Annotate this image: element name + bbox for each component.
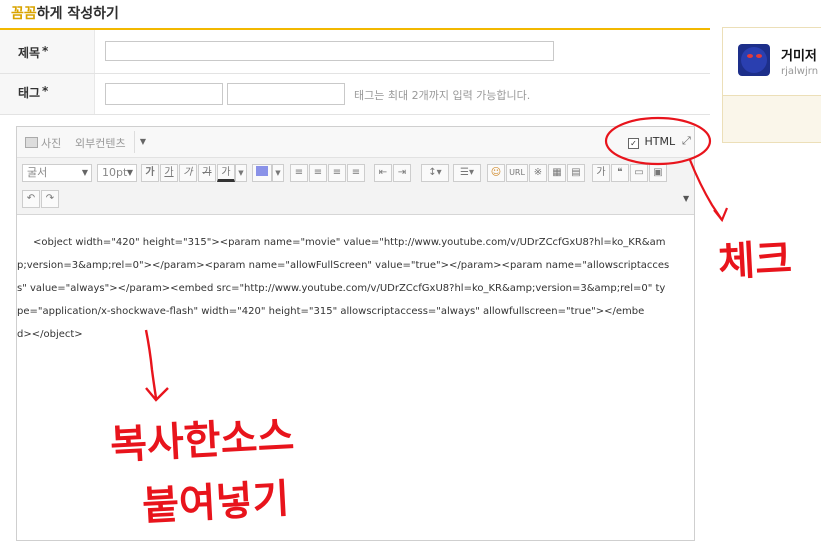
- paste-annotation-line2: 붙여넣기: [141, 476, 291, 530]
- chevron-down-icon: ▼: [81, 168, 88, 177]
- editor: 사진 외부컨텐츠 ▼ ✓ HTML ⤢ 굴서 ▼ 10pt ▼ 가 가 가 가 가 …: [16, 126, 695, 541]
- strikethrough-button[interactable]: 가: [198, 164, 216, 182]
- html-checkbox[interactable]: ✓: [628, 138, 639, 149]
- bg-color-button[interactable]: [252, 164, 272, 182]
- horizontal-rule-button[interactable]: ▤: [567, 164, 585, 182]
- indent-button[interactable]: ⇥: [393, 164, 411, 182]
- emoticon-button[interactable]: ☺: [487, 164, 505, 182]
- underline-button[interactable]: 가: [160, 164, 178, 182]
- font-size-select[interactable]: 10pt ▼: [97, 164, 137, 182]
- font-select[interactable]: 굴서 ▼: [22, 164, 92, 182]
- subject-input[interactable]: [105, 41, 554, 61]
- profile-nickname[interactable]: 거미저: [781, 45, 817, 64]
- save-icon[interactable]: ▣: [649, 164, 667, 182]
- photo-button[interactable]: 사진: [25, 135, 61, 151]
- quote-button[interactable]: ❝: [611, 164, 629, 182]
- special-char-button[interactable]: ※: [529, 164, 547, 182]
- align-right-button[interactable]: ≡: [328, 164, 346, 182]
- profile-card: 거미저 rjalwjrn: [723, 28, 821, 96]
- required-mark: *: [42, 44, 49, 58]
- avatar-face: [741, 47, 767, 73]
- source-line: pe="application/x-shockwave-flash" width…: [17, 306, 645, 317]
- subject-row: 제목 *: [0, 30, 710, 74]
- bold-button[interactable]: 가: [141, 164, 159, 182]
- required-mark: *: [42, 84, 49, 98]
- external-content-button[interactable]: 외부컨텐츠: [75, 135, 126, 151]
- source-line: d></object>: [17, 329, 83, 340]
- subject-label: 제목 *: [18, 44, 49, 60]
- image-block-button[interactable]: ▭: [630, 164, 648, 182]
- tag-input-2[interactable]: [227, 83, 345, 105]
- align-justify-button[interactable]: ≡: [347, 164, 365, 182]
- table-button[interactable]: ▦: [548, 164, 566, 182]
- editor-top-bar: 사진 외부컨텐츠 ▼ ✓ HTML ⤢: [17, 127, 694, 158]
- paste-annotation-line1: 복사한소스: [109, 413, 296, 469]
- italic-button[interactable]: 가: [179, 164, 197, 182]
- bg-color-dropdown[interactable]: ▼: [272, 164, 284, 182]
- outdent-button[interactable]: ⇤: [374, 164, 392, 182]
- html-source-content[interactable]: <object width="420" height="315"><param …: [17, 231, 687, 346]
- fullscreen-icon[interactable]: ⤢: [682, 134, 691, 148]
- avatar-eye: [756, 54, 762, 58]
- profile-user-id: rjalwjrn: [781, 66, 819, 77]
- toolbar-expand-icon[interactable]: ▼: [683, 194, 689, 203]
- subject-label-cell: 제목 *: [0, 30, 95, 73]
- tag-hint: 태그는 최대 2개까지 입력 가능합니다.: [354, 89, 531, 102]
- html-label: HTML: [644, 135, 676, 148]
- tag-label-cell: 태그 *: [0, 74, 95, 114]
- font-color-dropdown[interactable]: ▼: [235, 164, 247, 182]
- tag-row: 태그 * 태그는 최대 2개까지 입력 가능합니다.: [0, 74, 710, 115]
- tag-input-1[interactable]: [105, 83, 223, 105]
- text-box-button[interactable]: 가: [592, 164, 610, 182]
- page-title: 꼼꼼하게 작성하기: [11, 6, 119, 22]
- undo-button[interactable]: ↶: [22, 190, 40, 208]
- check-annotation: 체크: [717, 236, 793, 286]
- editor-formatting-toolbar: 굴서 ▼ 10pt ▼ 가 가 가 가 가 ▼ ▼ ≡ ≡ ≡ ≡ ⇤ ⇥ ↕▾ ☰…: [17, 158, 694, 215]
- photo-icon: [25, 137, 38, 148]
- list-button[interactable]: ☰▾: [453, 164, 481, 182]
- emoticon-icon: ☺: [490, 167, 502, 178]
- tag-label: 태그 *: [18, 84, 49, 100]
- bg-color-icon: [256, 166, 268, 176]
- source-line: <object width="420" height="315"><param …: [33, 237, 666, 248]
- html-toggle[interactable]: ✓ HTML: [628, 135, 675, 149]
- check-arrowhead-annotation: [713, 207, 729, 223]
- avatar-eye: [747, 54, 753, 58]
- source-line: p;version=3&amp;rel=0"></param><param na…: [17, 260, 670, 271]
- avatar[interactable]: [738, 44, 770, 76]
- profile-panel: 거미저 rjalwjrn: [722, 27, 821, 143]
- font-color-button[interactable]: 가: [217, 164, 235, 182]
- align-center-button[interactable]: ≡: [309, 164, 327, 182]
- redo-button[interactable]: ↷: [41, 190, 59, 208]
- more-dropdown-button[interactable]: ▼: [134, 131, 151, 153]
- line-height-button[interactable]: ↕▾: [421, 164, 449, 182]
- chevron-down-icon: ▼: [126, 168, 133, 177]
- source-line: s" value="always"></param><embed src="ht…: [17, 283, 666, 294]
- align-left-button[interactable]: ≡: [290, 164, 308, 182]
- link-button[interactable]: URL: [506, 164, 528, 182]
